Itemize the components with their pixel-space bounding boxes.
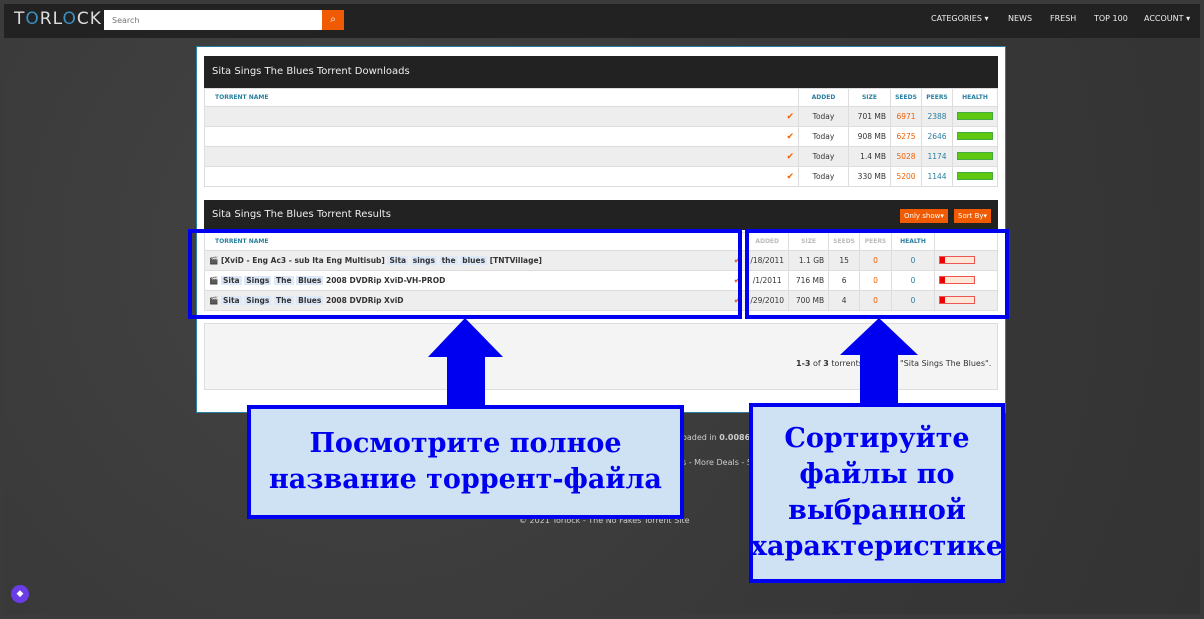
arrow-up-left bbox=[428, 318, 503, 406]
annotation-arrows bbox=[428, 318, 918, 406]
arrow-up-right bbox=[840, 318, 918, 404]
callout-left: Посмотрите полное название торрент-файла bbox=[247, 405, 684, 519]
callout-right: Сортируйте файлы по выбранной характерис… bbox=[749, 403, 1005, 583]
